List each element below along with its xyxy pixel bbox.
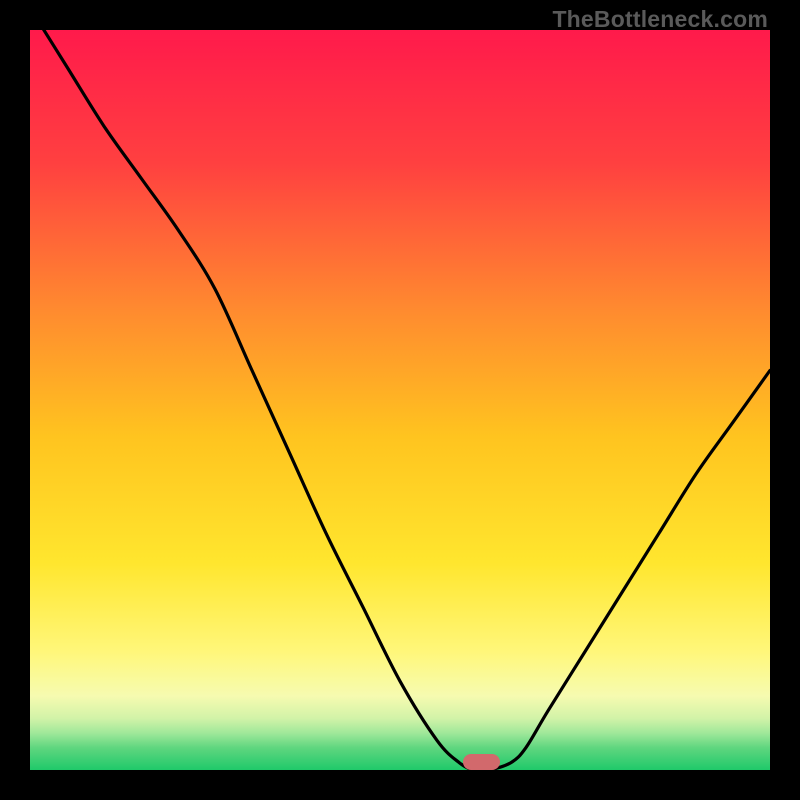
watermark-text: TheBottleneck.com (552, 6, 768, 33)
chart-frame: TheBottleneck.com (0, 0, 800, 800)
bottleneck-curve (30, 30, 770, 770)
optimal-marker (463, 754, 500, 770)
plot-area (30, 30, 770, 770)
